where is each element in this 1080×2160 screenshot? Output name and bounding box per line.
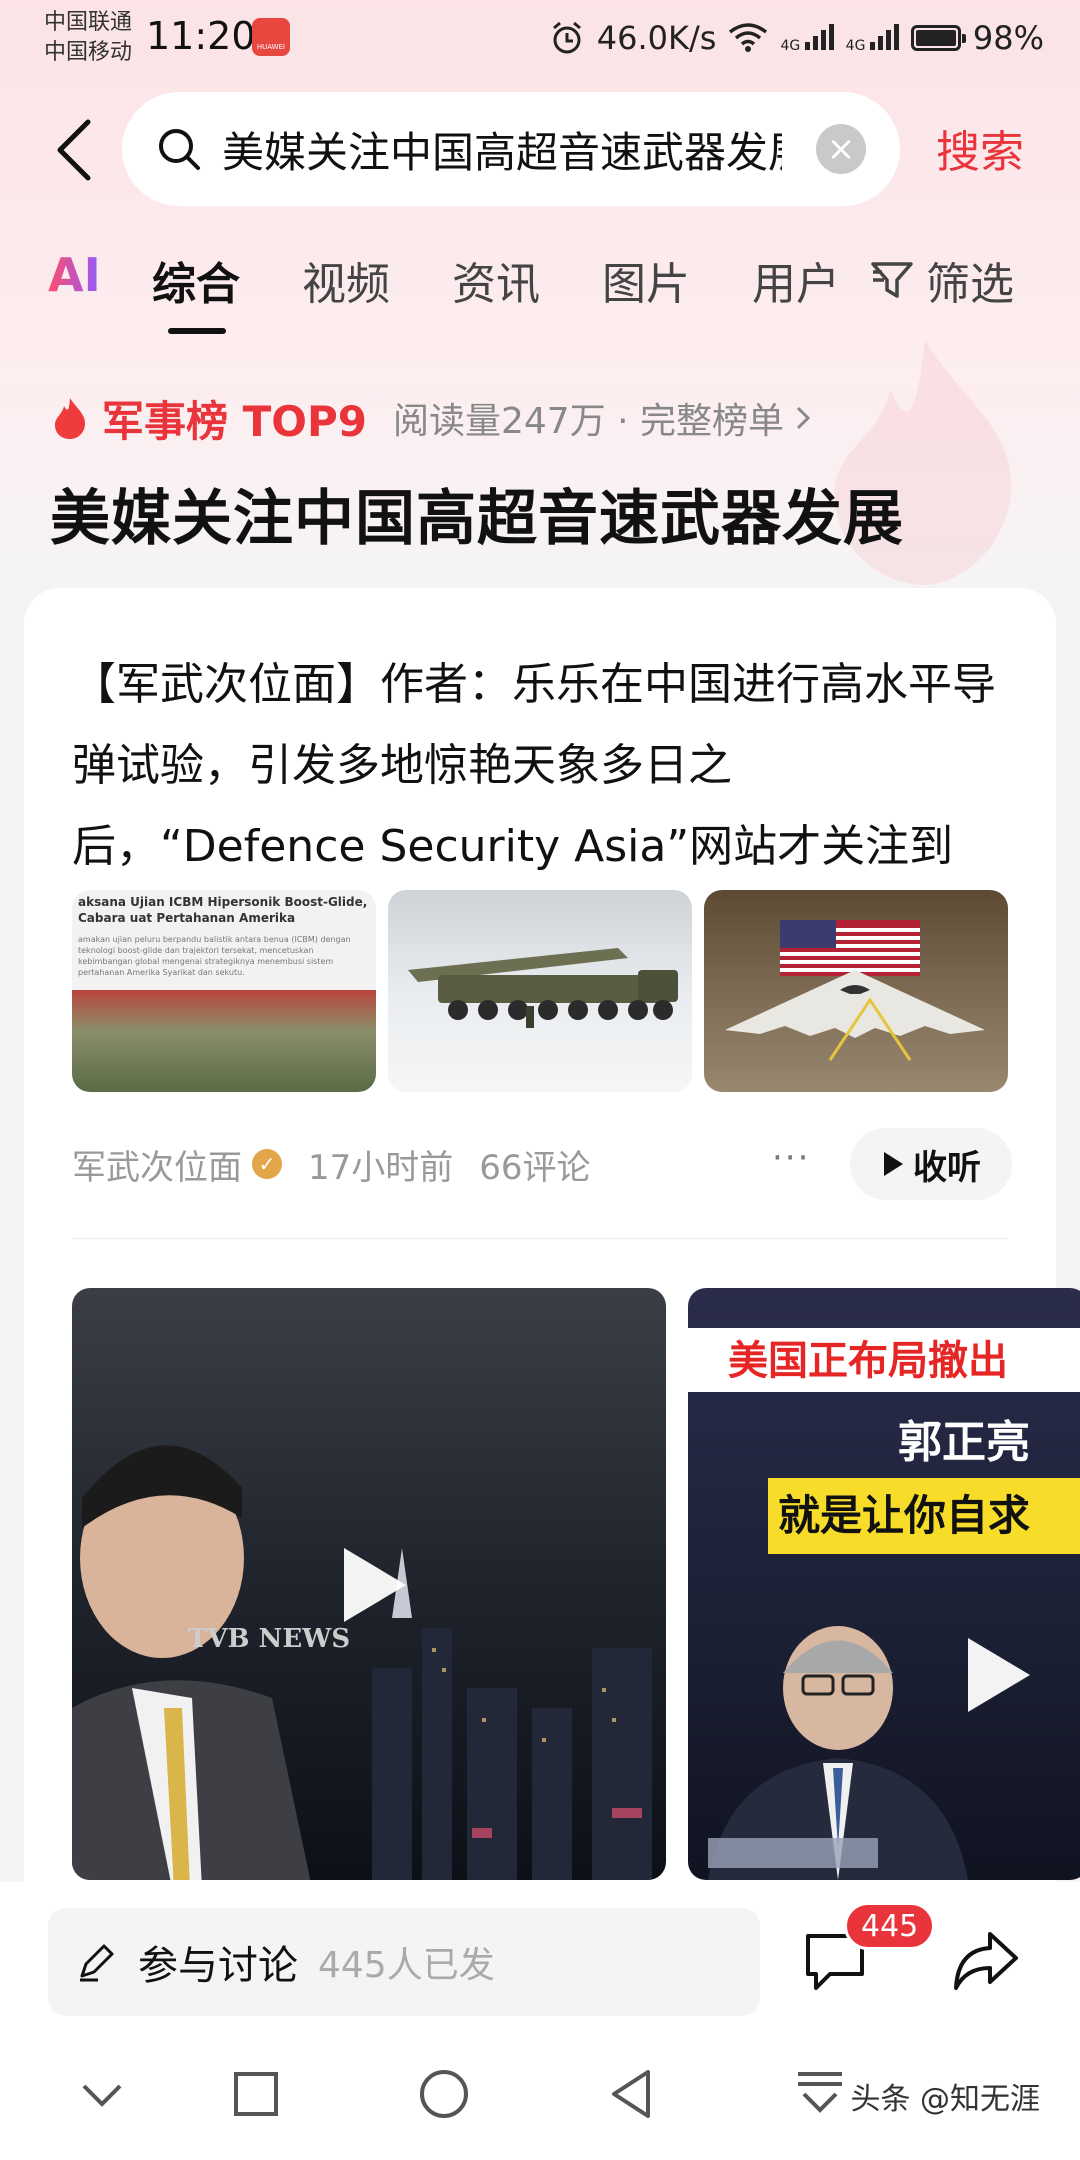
discuss-label: 参与讨论: [138, 1943, 298, 1989]
article-thumbnails[interactable]: aksana Ujian ICBM Hipersonik Boost-Glide…: [72, 890, 1008, 1092]
search-query[interactable]: 美媒关注中国高超音速武器发展: [222, 119, 782, 180]
collapse-icon[interactable]: [74, 2066, 130, 2122]
filter-label: 筛选: [926, 259, 1014, 310]
filter-button[interactable]: 筛选: [870, 248, 1014, 312]
huawei-app-icon: HUAWEI: [252, 18, 290, 56]
tab-users[interactable]: 用户: [752, 248, 840, 312]
search-input[interactable]: 美媒关注中国高超音速武器发展 ×: [122, 92, 900, 206]
status-icons: 46.0K/s 4G 4G 98%: [549, 14, 1044, 62]
hot-flame-icon: [55, 398, 86, 439]
tab-news[interactable]: 资讯: [452, 248, 540, 312]
home-icon[interactable]: [416, 2066, 472, 2122]
wifi-icon: [729, 23, 768, 52]
article-meta: 军武次位面 ✓ 17小时前 66评论 ··· 收听: [72, 1128, 1012, 1200]
carrier-1: 中国联通: [44, 10, 133, 35]
tab-comprehensive[interactable]: 综合: [152, 248, 240, 312]
share-icon[interactable]: [950, 1926, 1020, 1996]
video-banner-caption: 就是让你自求: [768, 1478, 1080, 1554]
thumbnail-body: amakan ujian peluru berpandu balistik an…: [78, 935, 351, 977]
search-icon: [159, 129, 200, 170]
tab-ai[interactable]: AI: [48, 248, 101, 302]
ranking-title: 军事榜 TOP9: [102, 396, 367, 446]
alarm-icon: [552, 21, 581, 54]
search-results-page: 中国联通 中国移动 11:20 HUAWEI 46.0K/s 4G 4G 98%…: [0, 0, 1080, 2160]
search-button[interactable]: 搜索: [936, 116, 1024, 180]
chevron-right-icon: [796, 406, 811, 430]
ranking-meta: 阅读量247万 · 完整榜单: [392, 401, 785, 442]
more-options-icon[interactable]: ···: [772, 1138, 810, 1178]
thumbnail-stealth-bomber[interactable]: [704, 890, 1008, 1092]
network-speed: 46.0K/s: [596, 19, 717, 57]
missile-launcher-image: [408, 948, 678, 1028]
recents-icon[interactable]: [228, 2066, 284, 2122]
author-name[interactable]: 军武次位面: [72, 1140, 242, 1189]
active-tab-indicator: [168, 328, 226, 334]
system-nav-bar: 头条 @知无涯: [0, 2022, 1080, 2160]
status-bar: 中国联通 中国移动 11:20 HUAWEI 46.0K/s 4G 4G 98%: [0, 0, 1080, 78]
divider: [72, 1238, 1008, 1239]
clock: 11:20: [146, 14, 256, 58]
signal-1-icon: 4G: [780, 22, 834, 54]
back-icon[interactable]: [604, 2066, 660, 2122]
video-card-1[interactable]: TVB NEWS: [72, 1288, 666, 1880]
battery-level: 98%: [972, 19, 1044, 57]
back-arrow-icon[interactable]: [50, 118, 100, 182]
tab-video[interactable]: 视频: [302, 248, 390, 312]
play-icon[interactable]: [948, 1630, 1038, 1720]
topic-title: 美媒关注中国高超音速武器发展: [50, 484, 904, 554]
parade-photo: [72, 990, 376, 1092]
stealth-bomber-image: [725, 970, 985, 1061]
video-banner-name: 郭正亮: [898, 1417, 1030, 1468]
clear-icon[interactable]: ×: [816, 124, 866, 174]
pen-icon: [80, 1944, 114, 1982]
thumbnail-news-page[interactable]: aksana Ujian ICBM Hipersonik Boost-Glide…: [72, 890, 376, 1092]
comment-count-badge: 445: [844, 1902, 936, 1950]
play-small-icon: [884, 1152, 903, 1176]
notification-pull-icon[interactable]: [792, 2066, 848, 2122]
discuss-count: 445人已发: [318, 1945, 495, 1986]
signal-1-label: 4G: [780, 38, 801, 54]
listen-label: 收听: [913, 1147, 981, 1188]
discuss-input[interactable]: 参与讨论 445人已发: [48, 1908, 760, 2016]
thumbnail-missile-truck[interactable]: [388, 890, 692, 1092]
tab-images[interactable]: 图片: [602, 248, 690, 312]
post-time: 17小时前: [308, 1147, 454, 1188]
filter-icon: [871, 262, 913, 298]
video-card-2[interactable]: 美国正布局撤出 郭正亮 就是让你自求: [688, 1288, 1080, 1880]
result-tabs: AI 综合 视频 资讯 图片 用户 筛选: [0, 248, 1080, 338]
verified-badge-icon: ✓: [252, 1149, 282, 1179]
play-icon[interactable]: [324, 1540, 414, 1630]
carrier-2: 中国移动: [44, 40, 133, 65]
bottom-action-bar: 参与讨论 445人已发 445: [0, 1882, 1080, 2022]
comment-count: 66评论: [479, 1147, 591, 1188]
signal-2-label: 4G: [845, 38, 866, 54]
battery-icon: [910, 25, 966, 51]
video-banner-title: 美国正布局撤出: [688, 1328, 1080, 1392]
signal-2-icon: 4G: [846, 22, 899, 54]
watermark: 头条 @知无涯: [850, 2082, 1040, 2117]
commentator-image: [708, 1626, 968, 1880]
thumbnail-headline: aksana Ujian ICBM Hipersonik Boost-Glide…: [78, 895, 368, 925]
listen-button[interactable]: 收听: [850, 1128, 1012, 1200]
carrier-info: 中国联通 中国移动: [44, 8, 132, 68]
ranking-row[interactable]: 军事榜 TOP9 阅读量247万 · 完整榜单: [52, 390, 814, 446]
